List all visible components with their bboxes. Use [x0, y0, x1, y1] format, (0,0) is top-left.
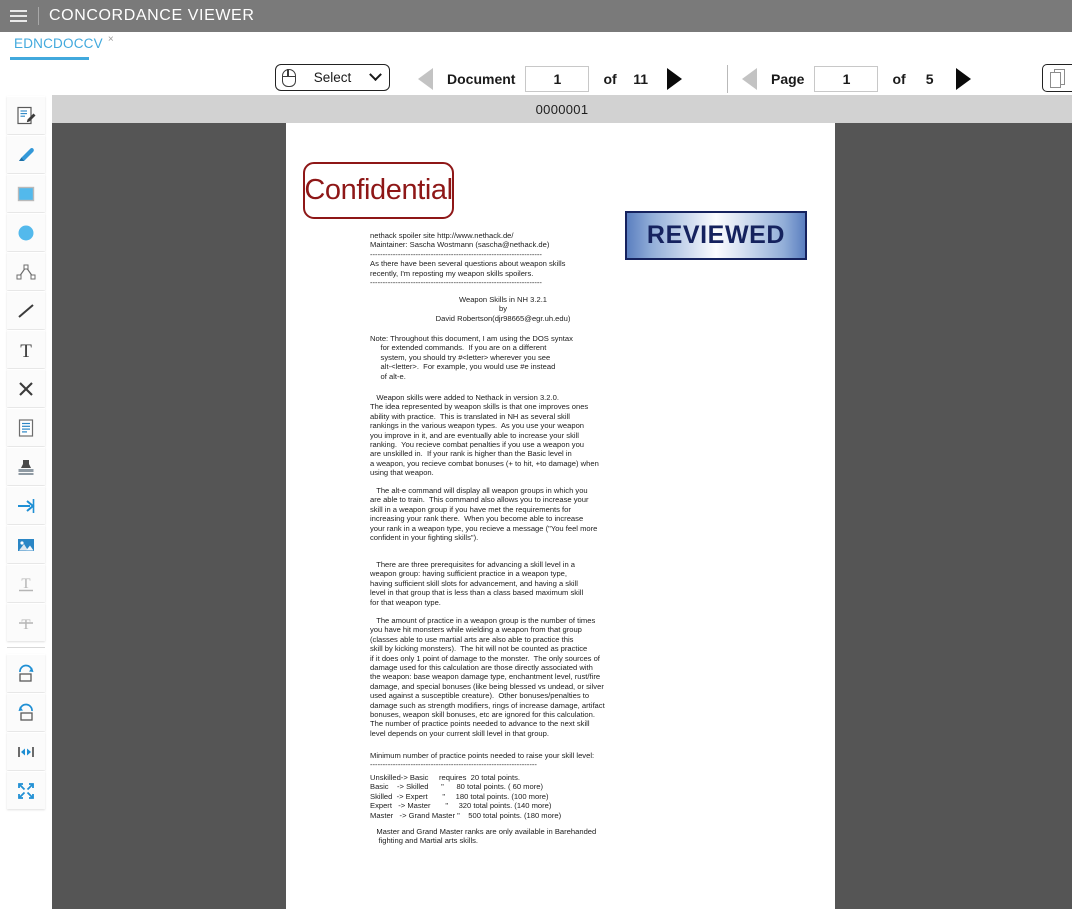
reviewed-stamp-text: REVIEWED	[646, 221, 786, 249]
document-note-text: Note: Throughout this document, I am usi…	[370, 334, 573, 381]
rectangle-tool[interactable]	[7, 174, 45, 212]
mouse-icon	[281, 68, 296, 87]
image-icon	[18, 538, 34, 551]
bates-number: 0000001	[535, 101, 589, 117]
app-header: CONCORDANCE VIEWER	[0, 0, 1072, 32]
page-label-bar: 0000001	[52, 95, 1072, 123]
document-paragraph-6: Master and Grand Master ranks are only a…	[376, 827, 597, 846]
page-number-input[interactable]: 1	[814, 65, 879, 92]
svg-text:T: T	[20, 341, 32, 361]
document-navigation: Document 1 of 11	[418, 62, 682, 95]
document-title-text: Weapon Skills in NH 3.2.1 by David Rober…	[435, 295, 571, 323]
line-icon	[18, 303, 34, 318]
next-document-button[interactable]	[666, 67, 682, 90]
underline-text-tool[interactable]: T	[7, 564, 45, 602]
annotation-tool-rail: T T T	[0, 95, 52, 909]
toolbar-divider	[727, 65, 728, 93]
rotate-ccw-icon	[18, 703, 33, 721]
confidential-stamp-text: Confidential	[304, 174, 453, 206]
note-annotation-tool[interactable]	[7, 96, 45, 134]
document-skill-table: Unskilled-> Basic requires 20 total poin…	[370, 773, 562, 820]
svg-text:T: T	[21, 617, 30, 633]
fit-page[interactable]	[7, 771, 45, 809]
header-divider	[38, 7, 39, 25]
select-mode-label: Select	[313, 70, 352, 85]
document-lines-icon	[18, 418, 34, 437]
svg-text:T: T	[21, 576, 30, 592]
previous-document-button[interactable]	[418, 67, 433, 90]
document-total-count: 11	[633, 70, 649, 87]
text-select-tool[interactable]	[7, 408, 45, 446]
hamburger-icon[interactable]	[0, 0, 36, 32]
document-header-text: nethack spoiler site http://www.nethack.…	[370, 231, 566, 288]
arrow-tool[interactable]	[7, 486, 45, 524]
next-page-button[interactable]	[955, 67, 971, 90]
page-label: Page	[771, 70, 805, 87]
chevron-down-icon	[369, 68, 382, 82]
rotate-counterclockwise[interactable]	[7, 693, 45, 731]
image-tool[interactable]	[7, 525, 45, 563]
rectangle-icon	[17, 186, 35, 201]
stamp-icon	[18, 459, 34, 475]
ellipse-tool[interactable]	[7, 213, 45, 251]
text-t-icon: T	[20, 341, 32, 361]
document-paragraph-1: Weapon skills were added to Nethack in v…	[370, 393, 599, 478]
rail-divider	[7, 647, 45, 648]
x-cross-icon	[19, 381, 33, 396]
text-strikethrough-icon: T	[19, 617, 33, 633]
stamp-tool[interactable]	[7, 447, 45, 485]
reviewed-stamp[interactable]: REVIEWED	[625, 211, 807, 260]
tab-active-indicator	[10, 57, 89, 60]
tab-strip: EDNCDOCCV ×	[0, 32, 1072, 62]
fit-width-icon	[18, 746, 34, 757]
document-viewer[interactable]: 0000001 Confidential REVIEWED nethack sp…	[52, 95, 1072, 909]
arrow-right-icon	[18, 498, 35, 513]
document-page[interactable]: Confidential REVIEWED nethack spoiler si…	[286, 123, 835, 909]
polyline-icon	[16, 264, 36, 279]
document-paragraph-2: The alt-e command will display all weapo…	[370, 486, 598, 543]
page-of-label: of	[892, 70, 906, 87]
polyline-tool[interactable]	[7, 252, 45, 290]
text-box-tool[interactable]: T	[7, 330, 45, 368]
document-of-label: of	[603, 70, 617, 87]
strikethrough-text-tool[interactable]: T	[7, 603, 45, 641]
tab-label: EDNCDOCCV	[14, 36, 103, 51]
expand-icon	[18, 782, 34, 799]
app-title: CONCORDANCE VIEWER	[49, 7, 255, 24]
page-total-count: 5	[925, 70, 934, 87]
page-navigation: Page 1 of 5	[742, 62, 971, 95]
highlighter-tool[interactable]	[7, 135, 45, 173]
rotate-cw-icon	[19, 664, 34, 682]
document-label: Document	[447, 70, 516, 87]
previous-page-button[interactable]	[742, 67, 757, 90]
toolbar: Select Document 1 of 11 Page 1 of 5	[0, 62, 1072, 95]
line-tool[interactable]	[7, 291, 45, 329]
cross-out-tool[interactable]	[7, 369, 45, 407]
document-paragraph-4: The amount of practice in a weapon group…	[370, 616, 605, 738]
document-number-input[interactable]: 1	[525, 65, 590, 92]
note-edit-icon	[17, 106, 36, 124]
confidential-stamp[interactable]: Confidential	[303, 162, 454, 219]
document-skill-table-heading: Minimum number of practice points needed…	[370, 751, 595, 770]
page-view-button[interactable]	[1042, 64, 1072, 92]
text-underline-icon: T	[19, 576, 33, 592]
highlighter-icon	[19, 147, 34, 161]
select-mode-dropdown[interactable]: Select	[275, 64, 390, 91]
fit-width[interactable]	[7, 732, 45, 770]
document-paragraph-3: There are three prerequisites for advanc…	[370, 560, 584, 607]
close-icon[interactable]: ×	[108, 35, 114, 45]
ellipse-icon	[18, 225, 34, 240]
rotate-clockwise[interactable]	[7, 654, 45, 692]
pages-icon	[1050, 69, 1065, 88]
